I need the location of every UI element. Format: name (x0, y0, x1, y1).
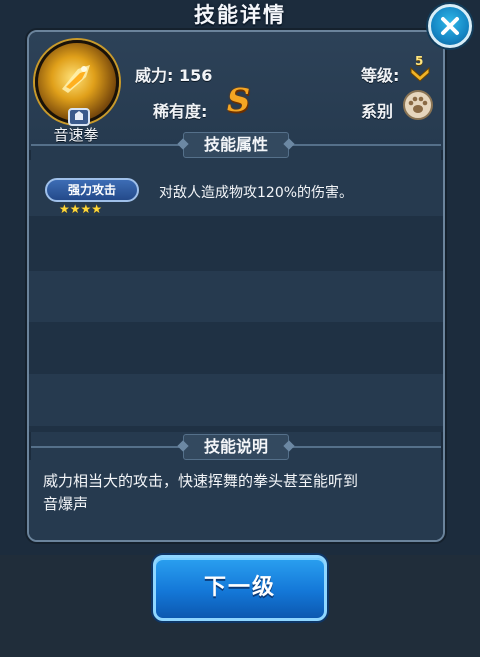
attribute-description: 对敌人造成物攻120%的伤害。 (159, 185, 354, 201)
explanation-section-header: 技能说明 (29, 434, 443, 460)
type-label: 系别 (361, 102, 394, 121)
star-icon: ★ (80, 202, 92, 216)
paw-icon (403, 90, 433, 120)
attribute-row (29, 216, 443, 271)
explanation-line-2: 音爆声 (43, 495, 89, 513)
close-button[interactable] (428, 4, 472, 48)
dialog-title: 技能详情 (194, 3, 286, 27)
next-level-button[interactable]: 下一级 (153, 555, 327, 621)
close-icon (441, 17, 459, 35)
level-label: 等级: (361, 66, 400, 85)
star-icon: ★ (69, 202, 81, 216)
rarity-value: S (227, 81, 251, 119)
explanation-line-1: 威力相当大的攻击，快速挥舞的拳头甚至能听到 (43, 472, 359, 490)
attribute-row (29, 271, 443, 322)
explanation-text: 威力相当大的攻击，快速挥舞的拳头甚至能听到 音爆声 (43, 470, 433, 516)
skill-icon (35, 40, 119, 126)
attributes-section-title: 技能属性 (182, 132, 290, 158)
attribute-row (29, 322, 443, 374)
attribute-row (29, 374, 443, 426)
fist-icon (62, 65, 90, 93)
rarity-label: 稀有度: (153, 102, 208, 121)
level-badge: 5 (409, 54, 431, 82)
skill-detail-panel: 音速拳 威力: 156 等级: 5 稀有度: S 系别 技能属性 强力攻击 ★★… (27, 30, 445, 542)
attributes-section-header: 技能属性 (29, 132, 443, 158)
explanation-section-title: 技能说明 (182, 434, 290, 460)
star-icon: ★ (59, 202, 70, 216)
level-value: 5 (415, 54, 424, 68)
star-icon: ★ (91, 202, 103, 216)
attribute-row (29, 426, 443, 432)
power-stat: 威力: 156 (135, 66, 213, 85)
attribute-stars: ★★★★ (59, 198, 102, 215)
